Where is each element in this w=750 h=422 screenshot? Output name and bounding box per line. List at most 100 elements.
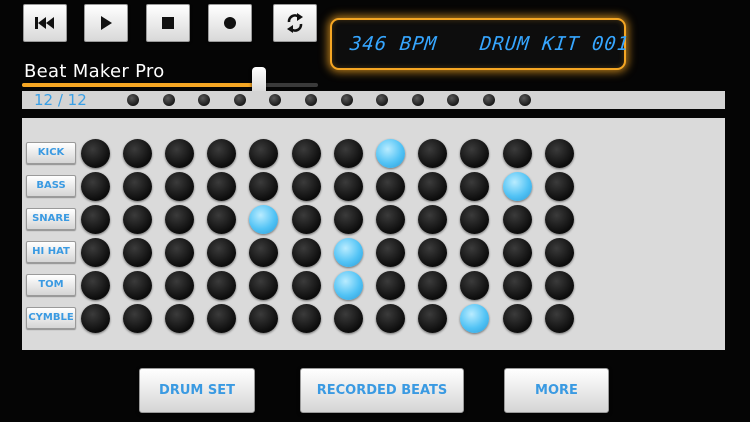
step-pad[interactable] (460, 138, 490, 168)
step-pad[interactable] (164, 204, 194, 234)
recorded-beats-button[interactable]: RECORDED BEATS (300, 368, 464, 413)
step-pad[interactable] (207, 204, 237, 234)
step-pad[interactable] (418, 171, 448, 201)
step-pad[interactable] (80, 204, 110, 234)
drum-set-button[interactable]: DRUM SET (139, 368, 255, 413)
step-pad[interactable] (249, 237, 279, 267)
record-button[interactable] (208, 4, 252, 42)
step-pad[interactable] (80, 138, 110, 168)
step-pad-active[interactable] (460, 303, 490, 333)
step-pad[interactable] (502, 303, 532, 333)
step-pad[interactable] (333, 171, 363, 201)
step-pad[interactable] (460, 171, 490, 201)
step-pad[interactable] (164, 171, 194, 201)
step-led (447, 94, 460, 106)
more-button[interactable]: MORE (504, 368, 609, 413)
step-pad[interactable] (502, 138, 532, 168)
step-led (198, 94, 211, 106)
step-pad[interactable] (164, 237, 194, 267)
instrument-label-snare[interactable]: SNARE (26, 208, 76, 230)
instrument-label-kick[interactable]: KICK (26, 142, 76, 164)
step-pad[interactable] (122, 303, 152, 333)
step-led (518, 94, 531, 106)
step-pad[interactable] (333, 303, 363, 333)
step-pad[interactable] (502, 237, 532, 267)
step-pad[interactable] (249, 270, 279, 300)
stop-button[interactable] (146, 4, 190, 42)
step-pad[interactable] (544, 270, 574, 300)
step-pad[interactable] (291, 270, 321, 300)
step-led (483, 94, 495, 106)
step-pad[interactable] (207, 237, 237, 267)
step-pad[interactable] (418, 138, 448, 168)
step-pad[interactable] (333, 204, 363, 234)
instrument-label-tom[interactable]: TOM (26, 274, 76, 296)
tempo-slider-fill (22, 83, 259, 87)
step-pad[interactable] (249, 138, 279, 168)
step-pad[interactable] (544, 138, 574, 168)
step-pad-active[interactable] (333, 270, 363, 300)
lcd-display: 346 BPM DRUM KIT 001 (330, 18, 630, 70)
step-pad[interactable] (122, 270, 152, 300)
play-button[interactable] (84, 4, 128, 42)
step-pad[interactable] (122, 204, 152, 234)
step-pad[interactable] (291, 204, 321, 234)
step-pad[interactable] (375, 270, 405, 300)
step-pad[interactable] (207, 303, 237, 333)
instrument-label-hi-hat[interactable]: HI HAT (26, 241, 76, 263)
step-pad[interactable] (544, 204, 574, 234)
step-pad[interactable] (333, 138, 363, 168)
step-pad-active[interactable] (333, 237, 363, 267)
step-pad[interactable] (418, 237, 448, 267)
rewind-button[interactable] (23, 4, 67, 42)
step-pad[interactable] (80, 270, 110, 300)
step-pad[interactable] (291, 171, 321, 201)
step-pad[interactable] (122, 237, 152, 267)
step-pad[interactable] (249, 171, 279, 201)
step-pad[interactable] (544, 237, 574, 267)
step-pad[interactable] (544, 303, 574, 333)
loop-button[interactable] (273, 4, 317, 42)
step-pad[interactable] (502, 270, 532, 300)
step-pad[interactable] (164, 138, 194, 168)
tempo-readout: 346 BPM (348, 33, 439, 55)
instrument-label-cymble[interactable]: CYMBLE (26, 307, 76, 329)
step-pad[interactable] (544, 171, 574, 201)
step-pad[interactable] (375, 204, 405, 234)
step-pad[interactable] (502, 204, 532, 234)
skip-back-icon (35, 17, 54, 29)
step-pad[interactable] (80, 171, 110, 201)
step-pad[interactable] (418, 270, 448, 300)
step-pad[interactable] (80, 303, 110, 333)
step-pad[interactable] (80, 237, 110, 267)
step-pad[interactable] (375, 171, 405, 201)
step-pad-active[interactable] (502, 171, 532, 201)
step-pad[interactable] (291, 138, 321, 168)
step-pad-active[interactable] (375, 138, 405, 168)
step-pad-active[interactable] (249, 204, 279, 234)
step-counter: 12 / 12 (34, 91, 87, 109)
record-icon (224, 17, 236, 29)
step-pad[interactable] (122, 138, 152, 168)
step-pad[interactable] (460, 237, 490, 267)
step-pad[interactable] (122, 171, 152, 201)
step-pad[interactable] (375, 303, 405, 333)
step-led (162, 94, 175, 106)
step-pad[interactable] (207, 171, 237, 201)
step-pad[interactable] (207, 138, 237, 168)
tempo-slider-track[interactable] (22, 83, 318, 87)
step-pad[interactable] (375, 237, 405, 267)
step-pad[interactable] (207, 270, 237, 300)
step-pad[interactable] (291, 237, 321, 267)
drum-kit-readout: DRUM KIT 001 (478, 33, 631, 55)
step-pad[interactable] (460, 270, 490, 300)
step-pad[interactable] (164, 270, 194, 300)
instrument-label-bass[interactable]: BASS (26, 175, 76, 197)
step-pad[interactable] (249, 303, 279, 333)
step-pad[interactable] (460, 204, 490, 234)
step-led (269, 94, 282, 106)
step-pad[interactable] (418, 204, 448, 234)
step-pad[interactable] (418, 303, 448, 333)
step-pad[interactable] (164, 303, 194, 333)
step-pad[interactable] (291, 303, 321, 333)
